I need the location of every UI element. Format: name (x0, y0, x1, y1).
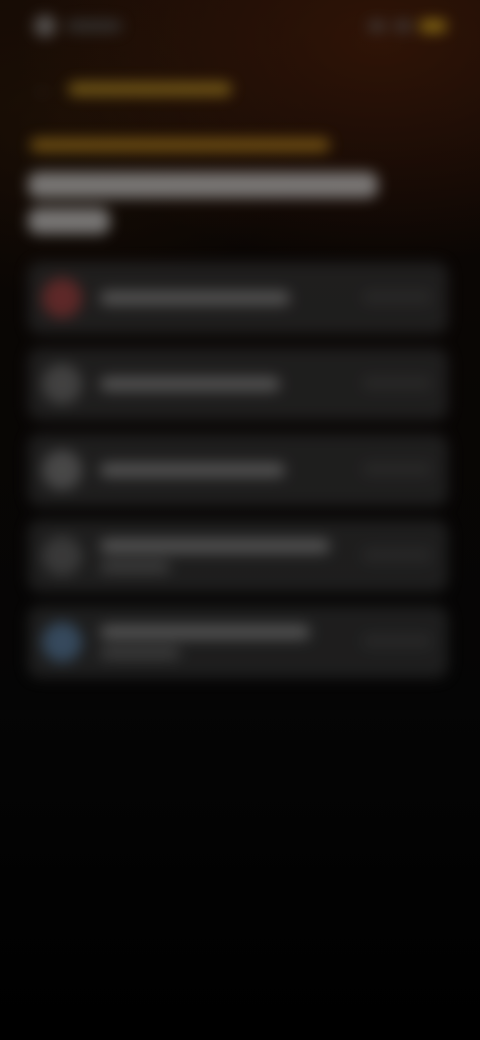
item-avatar-icon (42, 622, 82, 662)
list-item[interactable] (28, 262, 448, 334)
item-trailing (362, 634, 432, 648)
item-title (100, 291, 290, 305)
section-eyebrow (30, 138, 330, 152)
item-avatar-icon (42, 364, 82, 404)
list-item[interactable] (28, 606, 448, 678)
screen: ← (0, 0, 480, 1040)
item-title (100, 377, 280, 391)
back-row[interactable]: ← (34, 80, 232, 98)
signal-icon (368, 21, 386, 31)
back-arrow-icon[interactable]: ← (34, 80, 52, 98)
item-texts (100, 539, 330, 573)
option-list (28, 262, 448, 692)
item-texts (100, 377, 280, 391)
status-time (66, 20, 122, 32)
list-item[interactable] (28, 348, 448, 420)
item-trailing (362, 548, 432, 562)
blurred-content: ← (0, 0, 480, 1040)
item-subtitle (100, 647, 180, 659)
item-avatar-icon (42, 536, 82, 576)
status-bar (34, 14, 446, 38)
item-texts (100, 291, 290, 305)
battery-icon (420, 20, 446, 32)
item-title (100, 539, 330, 553)
item-texts (100, 463, 285, 477)
list-item[interactable] (28, 434, 448, 506)
page-title-continuation (28, 208, 110, 234)
item-trailing (362, 462, 432, 476)
status-left (34, 15, 122, 37)
item-subtitle (100, 561, 170, 573)
item-title (100, 463, 285, 477)
item-avatar-icon (42, 450, 82, 490)
item-texts (100, 625, 310, 659)
item-avatar-icon (42, 278, 82, 318)
back-label[interactable] (68, 82, 232, 96)
item-trailing (362, 376, 432, 390)
item-title (100, 625, 310, 639)
list-item[interactable] (28, 520, 448, 592)
app-icon (34, 15, 56, 37)
item-trailing (362, 290, 432, 304)
status-right (368, 20, 446, 32)
wifi-icon (394, 21, 412, 31)
page-title (28, 172, 378, 198)
